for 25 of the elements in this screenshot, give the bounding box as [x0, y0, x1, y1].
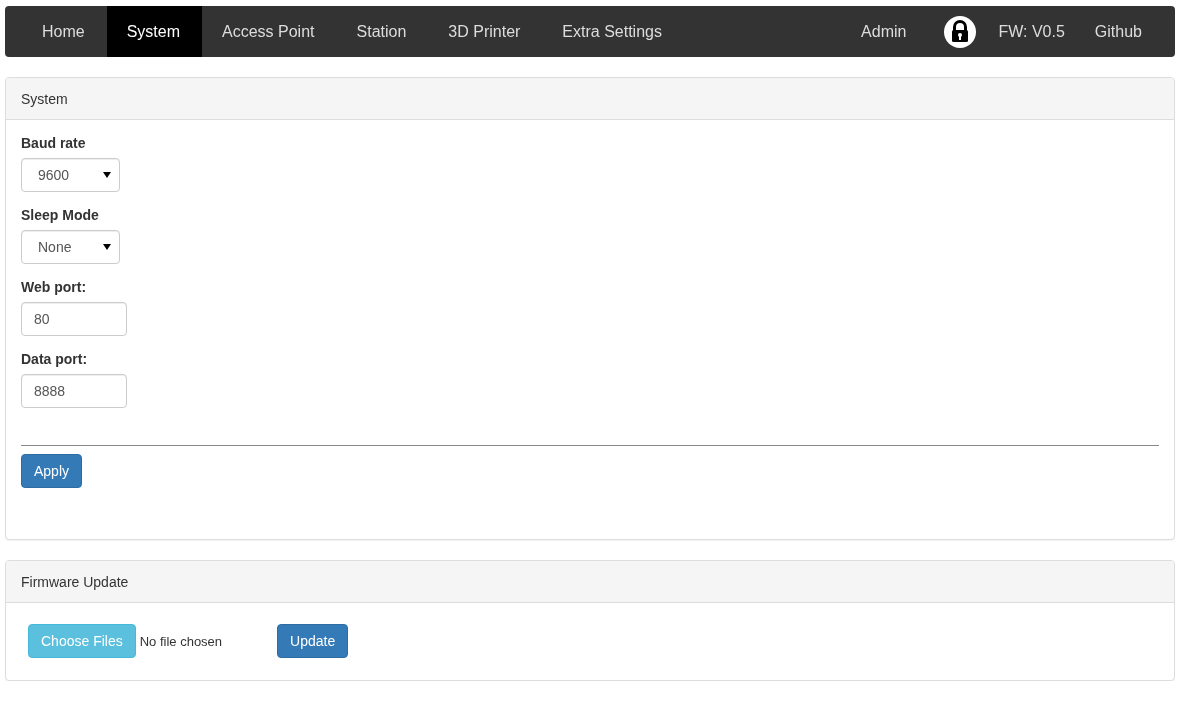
nav-tab[interactable]: 3D Printer [428, 6, 543, 57]
caret-icon [103, 244, 111, 250]
field-label: Web port: [21, 279, 88, 295]
field-label: Sleep Mode [21, 207, 100, 223]
input-field[interactable]: 8888 [21, 374, 127, 408]
input-field[interactable]: 80 [21, 302, 127, 336]
panel-title: System [21, 90, 68, 107]
field-label: Data port: [21, 351, 89, 367]
select-dropdown[interactable]: 9600 [21, 158, 120, 192]
nav-tab[interactable]: Home [22, 6, 107, 57]
update-button[interactable]: Update [277, 624, 349, 658]
nav-tab[interactable]: System [106, 6, 203, 57]
panel-title: Firmware Update [21, 573, 129, 590]
caret-icon [103, 172, 111, 178]
apply-button[interactable]: Apply [21, 454, 83, 488]
nav-link[interactable]: Github [1079, 6, 1157, 57]
file-status: No file chosen [139, 633, 223, 649]
padlock-icon[interactable] [944, 15, 977, 48]
nav-link[interactable]: Admin [846, 6, 922, 57]
field-label: Baud rate [21, 135, 87, 151]
nav-tab[interactable]: Access Point [202, 6, 337, 57]
select-dropdown[interactable]: None [21, 230, 120, 264]
nav-tab[interactable]: Extra Settings [542, 6, 684, 57]
nav-link[interactable]: FW: V0.5 [983, 6, 1080, 57]
nav-tab[interactable]: Station [336, 6, 429, 57]
